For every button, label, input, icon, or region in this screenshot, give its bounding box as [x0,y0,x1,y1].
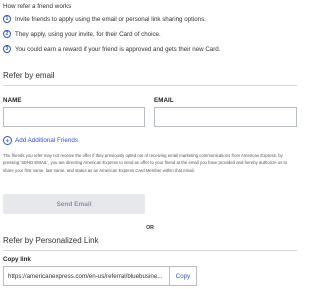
name-input[interactable] [3,107,145,127]
email-disclaimer: The friends you refer may not receive th… [3,153,288,173]
personal-link-field: https://americanexpress.com/en-us/referr… [3,266,197,286]
step-number-1: 1 [3,15,11,23]
section-divider-2 [3,250,297,251]
refer-by-email-title: Refer by email [3,71,55,80]
section-divider [3,85,297,86]
step-text-3: You could earn a reward if your friend i… [15,45,221,53]
step-text-1: Invite friends to apply using the email … [15,15,206,23]
name-label: NAME [3,97,22,104]
step-1: 1 Invite friends to apply using the emai… [3,15,206,23]
or-separator: OR [146,225,154,231]
add-friends-label: Add Additional Friends [15,137,79,144]
step-number-2: 2 [3,30,11,38]
personal-link-value[interactable]: https://americanexpress.com/en-us/referr… [4,267,169,285]
email-input[interactable] [154,107,297,127]
email-label: EMAIL [154,97,174,104]
step-3: 3 You could earn a reward if your friend… [3,45,220,53]
step-number-3: 3 [3,45,11,53]
send-email-button[interactable]: Send Email [3,194,145,214]
plus-circle-icon: + [3,136,12,145]
copy-link-button[interactable]: Copy [169,267,196,285]
refer-by-link-heading: Refer by Personalized Link [3,236,99,245]
step-text-2: They apply, using your invite, for their… [15,30,161,38]
copy-link-label: Copy link [3,256,31,263]
step-2: 2 They apply, using your invite, for the… [3,30,161,38]
add-additional-friends-link[interactable]: + Add Additional Friends [3,136,78,145]
how-it-works-title: How refer a friend works [3,3,72,10]
